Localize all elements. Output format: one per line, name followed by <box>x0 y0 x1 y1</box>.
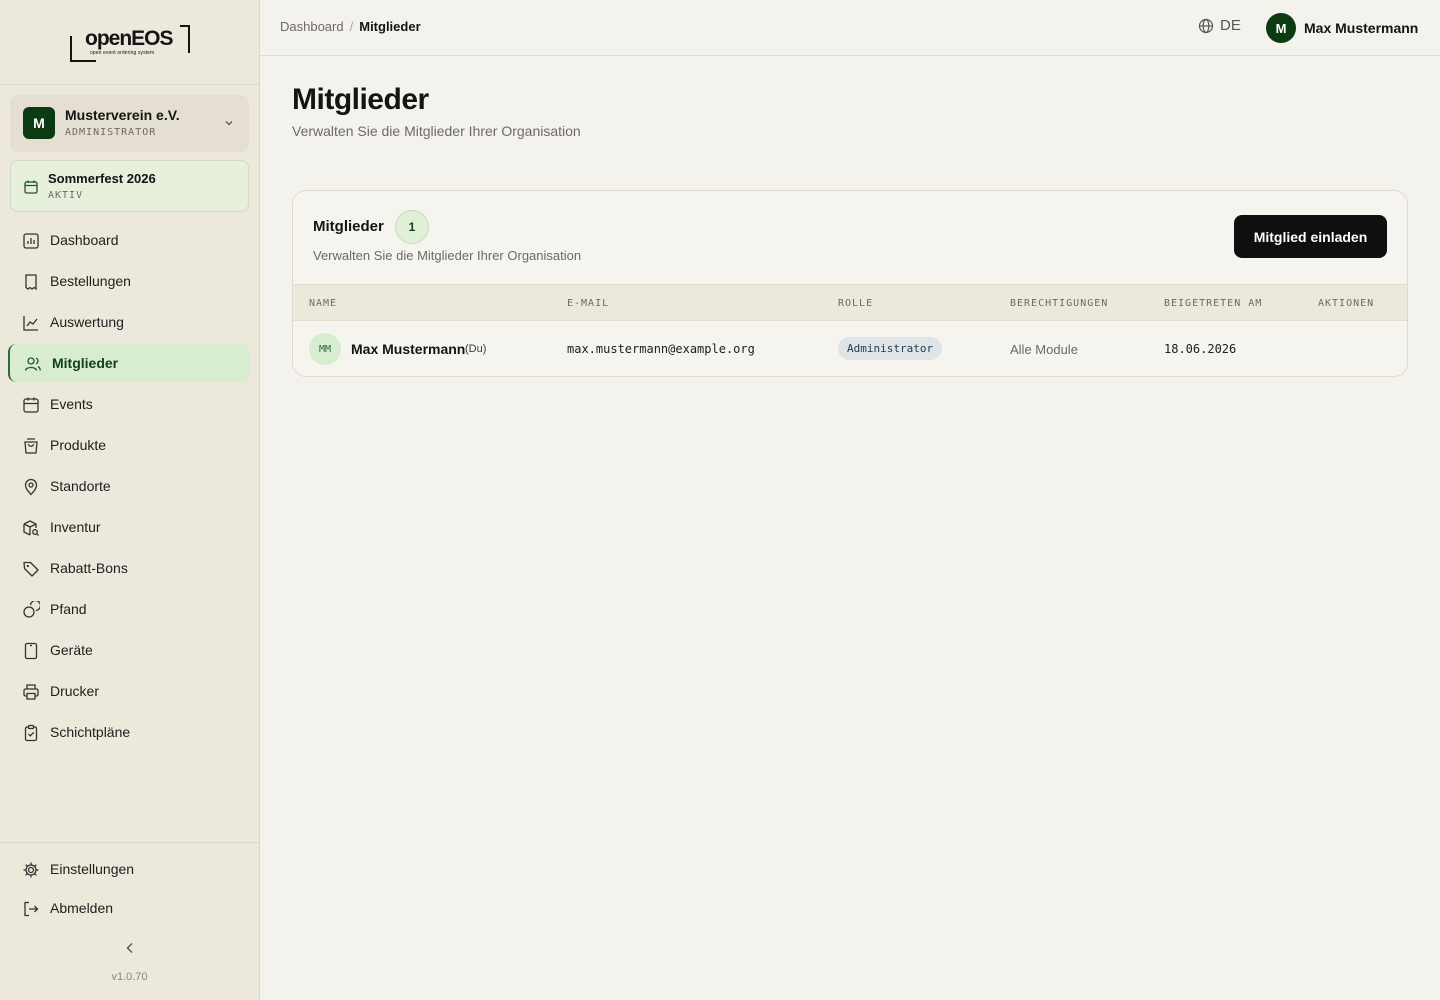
user-name: Max Mustermann <box>1304 20 1419 36</box>
clipboard-check-icon <box>24 724 38 742</box>
sidebar-item-drucker[interactable]: Drucker <box>8 672 250 710</box>
coins-icon <box>23 601 40 618</box>
column-header-name[interactable]: NAME <box>309 298 337 309</box>
calendar-icon <box>24 180 38 194</box>
member-count-badge: 1 <box>395 210 429 244</box>
tablet-icon <box>24 642 38 660</box>
shopping-bag-icon <box>24 438 38 454</box>
avatar: M <box>1266 13 1296 43</box>
sidebar-item-label: Abmelden <box>50 900 114 916</box>
chevron-down-icon <box>225 121 233 126</box>
sidebar-footer-nav: Einstellungen Abmelden <box>0 842 259 928</box>
sidebar-item-label: Inventur <box>50 519 101 535</box>
user-menu[interactable]: M Max Mustermann <box>1266 13 1418 43</box>
sidebar-item-produkte[interactable]: Produkte <box>8 426 250 464</box>
openeos-logo[interactable]: openEOS open event ordering system <box>70 24 190 64</box>
breadcrumb-dashboard[interactable]: Dashboard <box>280 19 344 34</box>
sidebar-item-label: Pfand <box>50 601 87 617</box>
sidebar-item-events[interactable]: Events <box>8 385 250 423</box>
language-switcher[interactable]: DE <box>1198 17 1241 34</box>
column-header-actions: AKTIONEN <box>1318 298 1375 309</box>
table-header: NAME E-MAIL ROLLE BERECHTIGUNGEN BEIGETR… <box>293 284 1407 321</box>
sidebar-item-rabatt-bons[interactable]: Rabatt-Bons <box>8 549 250 587</box>
sidebar-item-label: Rabatt-Bons <box>50 560 128 576</box>
sidebar-item-label: Bestellungen <box>50 273 131 289</box>
sidebar-item-label: Produkte <box>50 437 107 453</box>
sidebar-item-label: Events <box>50 396 93 412</box>
sidebar-item-label: Geräte <box>50 642 93 658</box>
organization-switcher[interactable]: M Musterverein e.V. ADMINISTRATOR <box>10 95 249 152</box>
sidebar: openEOS open event ordering system M Mus… <box>0 0 260 1000</box>
map-pin-icon <box>24 478 38 496</box>
calendar-icon <box>23 397 39 413</box>
logo-tagline: open event ordering system <box>90 50 155 56</box>
sidebar-item-geraete[interactable]: Geräte <box>8 631 250 669</box>
language-code: DE <box>1220 17 1241 34</box>
member-email: max.mustermann@example.org <box>567 342 755 356</box>
chevron-left-icon[interactable] <box>122 940 138 956</box>
package-search-icon <box>23 520 39 536</box>
invite-member-button[interactable]: Mitglied einladen <box>1234 215 1387 258</box>
sidebar-item-label: Auswertung <box>50 314 124 330</box>
breadcrumb-current: Mitglieder <box>359 19 421 34</box>
sidebar-item-mitglieder[interactable]: Mitglieder <box>8 344 250 382</box>
role-badge: Administrator <box>838 337 943 360</box>
org-avatar: M <box>23 107 55 139</box>
users-icon <box>24 357 41 371</box>
breadcrumb-separator: / <box>349 19 354 34</box>
member-permissions: Alle Module <box>1010 342 1078 357</box>
sidebar-item-abmelden[interactable]: Abmelden <box>8 889 250 927</box>
sidebar-item-inventur[interactable]: Inventur <box>8 508 250 546</box>
breadcrumb: Dashboard / Mitglieder <box>280 19 421 34</box>
table-row[interactable]: MM Max Mustermann (Du) max.mustermann@ex… <box>293 321 1407 376</box>
chart-bar-icon <box>23 233 39 249</box>
event-name: Sommerfest 2026 <box>48 171 156 186</box>
tag-icon <box>23 561 39 577</box>
active-event-card[interactable]: Sommerfest 2026 AKTIV <box>10 160 249 212</box>
page-title: Mitglieder <box>292 83 429 116</box>
org-name: Musterverein e.V. <box>65 107 180 123</box>
sidebar-item-einstellungen[interactable]: Einstellungen <box>8 850 250 888</box>
main-nav: Dashboard Bestellungen Auswertung Mitgli… <box>0 221 259 754</box>
printer-icon <box>23 684 39 700</box>
column-header-permissions[interactable]: BERECHTIGUNGEN <box>1010 298 1108 309</box>
card-title: Mitglieder <box>313 218 384 235</box>
sidebar-item-bestellungen[interactable]: Bestellungen <box>8 262 250 300</box>
topbar: Dashboard / Mitglieder DE M Max Mustermann <box>260 0 1440 56</box>
sidebar-item-label: Standorte <box>50 478 111 494</box>
org-role: ADMINISTRATOR <box>65 127 157 138</box>
event-status: AKTIV <box>48 190 84 201</box>
column-header-joined[interactable]: BEIGETRETEN AM <box>1164 298 1262 309</box>
self-tag: (Du) <box>465 343 487 355</box>
sidebar-item-label: Schichtpläne <box>50 724 131 740</box>
card-description: Verwalten Sie die Mitglieder Ihrer Organ… <box>313 248 582 263</box>
logo-area: openEOS open event ordering system <box>0 0 259 85</box>
app-version: v1.0.70 <box>111 971 148 983</box>
logout-icon <box>24 901 39 917</box>
receipt-icon <box>25 274 37 291</box>
column-header-role[interactable]: ROLLE <box>838 298 873 309</box>
logo-wordmark: openEOS <box>85 27 174 50</box>
globe-icon <box>1198 18 1214 33</box>
avatar: MM <box>309 333 341 365</box>
sidebar-item-dashboard[interactable]: Dashboard <box>8 221 250 259</box>
gear-icon <box>23 862 39 878</box>
page-subtitle: Verwalten Sie die Mitglieder Ihrer Organ… <box>292 123 581 139</box>
member-joined-date: 18.06.2026 <box>1164 342 1237 356</box>
sidebar-item-label: Drucker <box>50 683 100 699</box>
column-header-email[interactable]: E-MAIL <box>567 298 609 309</box>
sidebar-item-label: Dashboard <box>50 232 119 248</box>
sidebar-item-label: Mitglieder <box>52 355 119 371</box>
sidebar-item-schichtplaene[interactable]: Schichtpläne <box>8 713 250 751</box>
sidebar-item-label: Einstellungen <box>50 861 135 877</box>
members-card: Mitglieder 1 Verwalten Sie die Mitgliede… <box>292 190 1408 377</box>
trend-line-icon <box>23 316 38 331</box>
sidebar-item-pfand[interactable]: Pfand <box>8 590 250 628</box>
sidebar-item-standorte[interactable]: Standorte <box>8 467 250 505</box>
member-name: Max Mustermann <box>351 341 466 357</box>
sidebar-item-auswertung[interactable]: Auswertung <box>8 303 250 341</box>
